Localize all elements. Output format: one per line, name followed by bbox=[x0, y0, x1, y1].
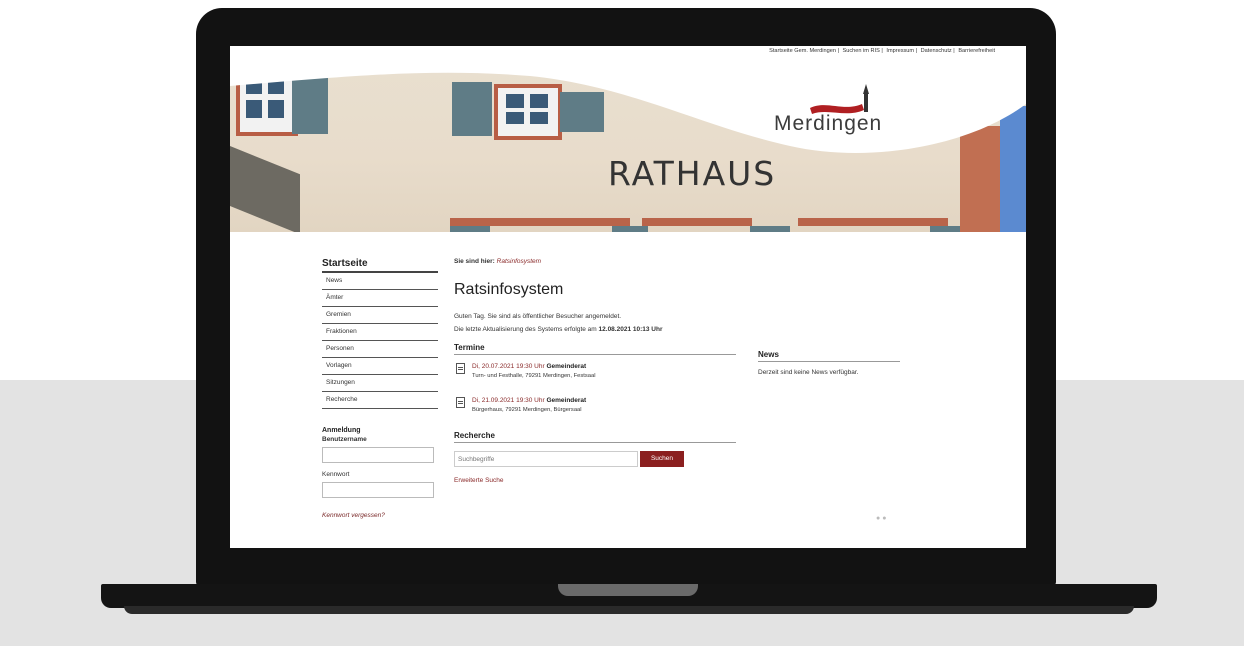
login-title: Anmeldung bbox=[322, 427, 361, 434]
greeting-text: Guten Tag. Sie sind als öffentlicher Bes… bbox=[454, 313, 622, 320]
update-text: Die letzte Aktualisierung des Systems er… bbox=[454, 326, 954, 333]
sidebar-item-sitzungen[interactable]: Sitzungen bbox=[322, 375, 438, 392]
search-row: Suchbegriffe Suchen bbox=[454, 451, 954, 467]
search-input[interactable]: Suchbegriffe bbox=[454, 451, 638, 467]
social-icons[interactable]: ●● bbox=[876, 515, 888, 522]
top-link-datenschutz[interactable]: Datenschutz | bbox=[921, 48, 955, 54]
termin-gremium[interactable]: Gemeinderat bbox=[546, 397, 586, 404]
termin-item[interactable]: Di, 21.09.2021 19:30 Uhr Gemeinderat Bür… bbox=[454, 397, 954, 419]
document-icon[interactable] bbox=[456, 397, 465, 408]
sidebar-item-fraktionen[interactable]: Fraktionen bbox=[322, 324, 438, 341]
search-button[interactable]: Suchen bbox=[640, 451, 684, 467]
breadcrumb-link[interactable]: Ratsinfosystem bbox=[497, 258, 541, 265]
laptop-base-lip bbox=[124, 606, 1134, 614]
banner-title: RATHAUS bbox=[608, 154, 777, 193]
top-links: Startseite Gem. Merdingen | Suchen im RI… bbox=[768, 48, 996, 54]
top-link-suchen[interactable]: Suchen im RIS | bbox=[843, 48, 883, 54]
sidebar-item-gremien[interactable]: Gremien bbox=[322, 307, 438, 324]
recherche-heading: Recherche bbox=[454, 431, 736, 443]
password-label: Kennwort bbox=[322, 471, 350, 478]
banner-wave-overlay bbox=[230, 46, 1026, 153]
sidebar-item-aemter[interactable]: Ämter bbox=[322, 290, 438, 307]
news-empty-text: Derzeit sind keine News verfügbar. bbox=[758, 369, 859, 376]
advanced-search-link[interactable]: Erweiterte Suche bbox=[454, 477, 954, 484]
laptop-notch bbox=[558, 584, 698, 596]
update-value: 12.08.2021 10:13 Uhr bbox=[598, 326, 663, 333]
termin-gremium[interactable]: Gemeinderat bbox=[546, 363, 586, 370]
merdingen-logo-text: Merdingen bbox=[774, 112, 883, 135]
top-link-impressum[interactable]: Impressum | bbox=[886, 48, 917, 54]
password-field[interactable] bbox=[322, 482, 434, 498]
news-panel: News Derzeit sind keine News verfügbar. bbox=[758, 350, 900, 376]
breadcrumb-prefix: Sie sind hier: bbox=[454, 258, 495, 265]
sidebar-item-news[interactable]: News bbox=[322, 273, 438, 290]
top-link-startseite[interactable]: Startseite Gem. Merdingen | bbox=[769, 48, 839, 54]
laptop-screen: Merdingen RATHAUS Startseite Gem. Merdin… bbox=[230, 46, 1026, 548]
sidebar-item-vorlagen[interactable]: Vorlagen bbox=[322, 358, 438, 375]
username-label: Benutzername bbox=[322, 436, 367, 443]
sidebar-title[interactable]: Startseite bbox=[322, 258, 438, 273]
forgot-password-link[interactable]: Kennwort vergessen? bbox=[322, 512, 438, 519]
termin-date[interactable]: Di, 21.09.2021 19:30 Uhr bbox=[472, 397, 545, 404]
termin-date[interactable]: Di, 20.07.2021 19:30 Uhr bbox=[472, 363, 545, 370]
username-field[interactable] bbox=[322, 447, 434, 463]
termine-heading: Termine bbox=[454, 343, 736, 355]
breadcrumb: Sie sind hier: Ratsinfosystem bbox=[454, 258, 954, 265]
sidebar-item-recherche[interactable]: Recherche bbox=[322, 392, 438, 409]
sidebar: Startseite News Ämter Gremien Fraktionen… bbox=[322, 258, 438, 519]
termin-title: Di, 21.09.2021 19:30 Uhr Gemeinderat bbox=[472, 397, 954, 404]
top-link-barrierefreiheit[interactable]: Barrierefreiheit bbox=[958, 48, 995, 54]
header-banner: Merdingen RATHAUS bbox=[230, 46, 1026, 232]
sidebar-item-personen[interactable]: Personen bbox=[322, 341, 438, 358]
document-icon[interactable] bbox=[456, 363, 465, 374]
update-prefix: Die letzte Aktualisierung des Systems er… bbox=[454, 326, 597, 333]
news-heading: News bbox=[758, 350, 900, 362]
page-title: Ratsinfosystem bbox=[454, 281, 564, 298]
termin-location: Bürgerhaus, 79291 Merdingen, Bürgersaal bbox=[472, 407, 582, 413]
